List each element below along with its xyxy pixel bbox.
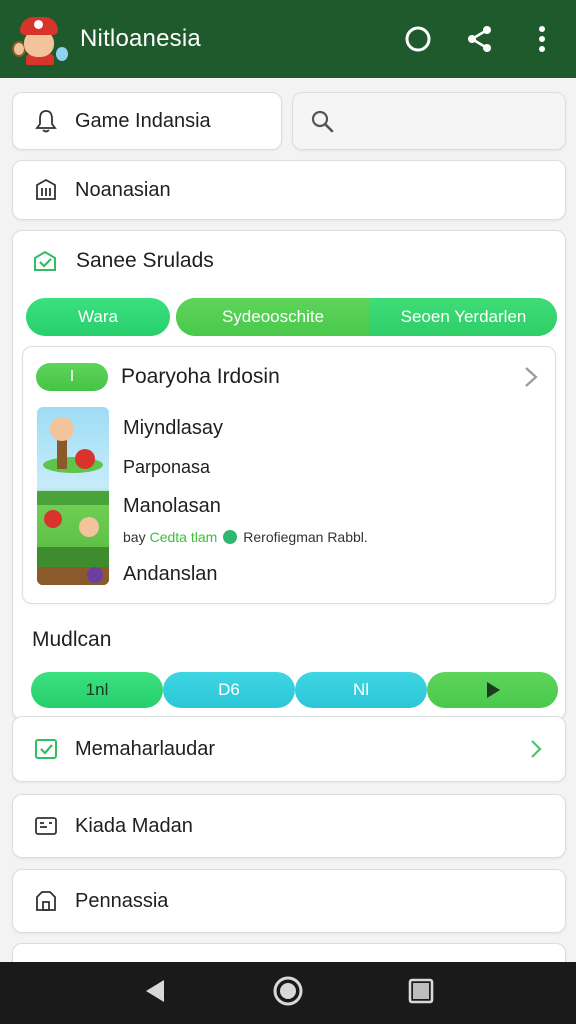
game-meta-green: Cedta tlam — [149, 529, 218, 545]
row-pennassia[interactable]: Pennassia — [12, 869, 566, 933]
circle-icon[interactable] — [398, 19, 438, 59]
avatar-cap — [20, 17, 58, 35]
more-vert-icon[interactable] — [522, 19, 562, 59]
recents-icon[interactable] — [408, 978, 434, 1009]
game-notification-card[interactable]: Game Indansia — [12, 92, 282, 150]
system-nav-bar — [0, 962, 576, 1024]
noanasian-row[interactable]: Noanasian — [12, 160, 566, 220]
app-title: Nitloanesia — [80, 25, 201, 52]
row-memaharlaudar-label: Memaharlaudar — [75, 737, 216, 760]
game-line-last: Andanslan — [123, 563, 218, 585]
game-line-3: Manolasan — [123, 495, 221, 517]
game-line-1: Miyndlasay — [123, 417, 224, 439]
building-icon — [33, 177, 59, 203]
play-button[interactable] — [427, 672, 558, 708]
row-memaharlaudar[interactable]: Memaharlaudar — [12, 716, 566, 782]
share-icon[interactable] — [460, 19, 500, 59]
section-title: Sanee Srulads — [76, 249, 214, 272]
chevron-right-icon[interactable] — [523, 365, 539, 394]
chevron-right-green-icon — [529, 738, 543, 765]
back-icon[interactable] — [142, 977, 168, 1010]
check-box-icon — [33, 736, 59, 762]
section2-title: Mudlcan — [32, 628, 112, 651]
bell-icon — [33, 108, 59, 134]
tab-wara[interactable]: Wara — [26, 298, 170, 336]
noanasian-label: Noanasian — [75, 178, 171, 201]
game-title: Poaryoha Irdosin — [121, 365, 280, 388]
game-meta-suffix: Rerofiegman Rabbl. — [243, 529, 368, 545]
tab-sydeooschite[interactable]: Sydeooschite — [176, 298, 370, 336]
row-pennassia-label: Pennassia — [75, 889, 169, 912]
game-thumbnail — [37, 407, 109, 585]
game-card[interactable]: I Poaryoha Irdosin Miyndlasay Parponasa … — [22, 346, 556, 604]
tab-seoen-yerdarlen[interactable]: Seoen Yerdarlen — [370, 298, 557, 336]
verified-dot-icon — [223, 530, 238, 544]
id-card-icon — [33, 813, 59, 839]
row-kiada-madan[interactable]: Kiada Madan — [12, 794, 566, 858]
button-nl[interactable]: Nl — [295, 672, 427, 708]
button-1nl[interactable]: 1nl — [31, 672, 163, 708]
avatar-friend-right — [56, 47, 68, 61]
app-bar: Nitloanesia — [0, 0, 576, 78]
mail-check-icon — [32, 248, 58, 274]
game-line-2: Parponasa — [123, 457, 211, 477]
row-kiada-madan-label: Kiada Madan — [75, 814, 193, 837]
app-avatar[interactable] — [12, 13, 68, 65]
section-header: Sanee Srulads — [32, 248, 214, 274]
search-box[interactable] — [292, 92, 566, 150]
game-notification-label: Game Indansia — [75, 109, 211, 132]
game-meta-prefix: bay — [123, 529, 146, 545]
game-meta: bay Cedta tlam Rerofiegman Rabbl. — [123, 529, 368, 545]
play-icon — [486, 682, 500, 698]
home-icon[interactable] — [272, 975, 304, 1012]
search-icon — [309, 108, 335, 134]
game-badge: I — [36, 363, 108, 391]
store-icon — [33, 888, 59, 914]
button-d6[interactable]: D6 — [163, 672, 295, 708]
